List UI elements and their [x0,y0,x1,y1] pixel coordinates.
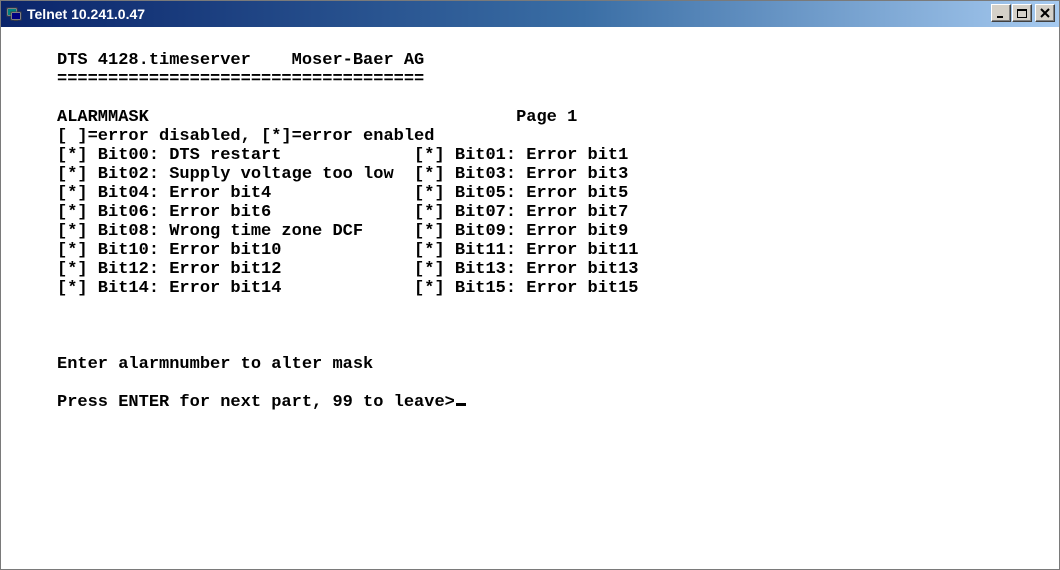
alarm-row: [*] Bit04: Error bit4 [*] Bit05: Error b… [57,184,629,203]
terminal-line-legend: [ ]=error disabled, [*]=error enabled [57,127,435,146]
alarm-row: [*] Bit06: Error bit6 [*] Bit07: Error b… [57,203,629,222]
text-cursor [455,403,466,406]
telnet-window: Telnet 10.241.0.47 DTS 4128.timeserver M… [0,0,1060,570]
terminal-line-separator: ==================================== [57,70,425,89]
alarm-row: [*] Bit02: Supply voltage too low [*] Bi… [57,165,629,184]
alarm-row: [*] Bit14: Error bit14 [*] Bit15: Error … [57,279,639,298]
terminal-line-instruction: Enter alarmnumber to alter mask [57,355,374,374]
terminal-prompt-line[interactable]: Press ENTER for next part, 99 to leave> [57,393,639,412]
window-title: Telnet 10.241.0.47 [27,6,146,22]
alarm-row: [*] Bit10: Error bit10 [*] Bit11: Error … [57,241,639,260]
maximize-button[interactable] [1012,4,1032,22]
alarm-row: [*] Bit00: DTS restart [*] Bit01: Error … [57,146,629,165]
alarm-row: [*] Bit08: Wrong time zone DCF [*] Bit09… [57,222,629,241]
close-icon [1040,8,1050,18]
window-controls [990,4,1055,24]
terminal-area[interactable]: DTS 4128.timeserver Moser-Baer AG ======… [1,27,1059,569]
terminal-line-alarmmask-title: ALARMMASK Page 1 [57,108,578,127]
terminal-prompt: Press ENTER for next part, 99 to leave> [57,393,455,412]
minimize-icon [997,16,1003,18]
telnet-terminal-icon[interactable] [6,6,22,22]
terminal-output: DTS 4128.timeserver Moser-Baer AG ======… [57,51,639,412]
alarm-row: [*] Bit12: Error bit12 [*] Bit13: Error … [57,260,639,279]
close-button[interactable] [1035,4,1055,22]
terminal-line-header: DTS 4128.timeserver Moser-Baer AG [57,51,425,70]
title-bar[interactable]: Telnet 10.241.0.47 [1,1,1059,27]
maximize-icon [1017,9,1027,18]
minimize-button[interactable] [991,4,1011,22]
